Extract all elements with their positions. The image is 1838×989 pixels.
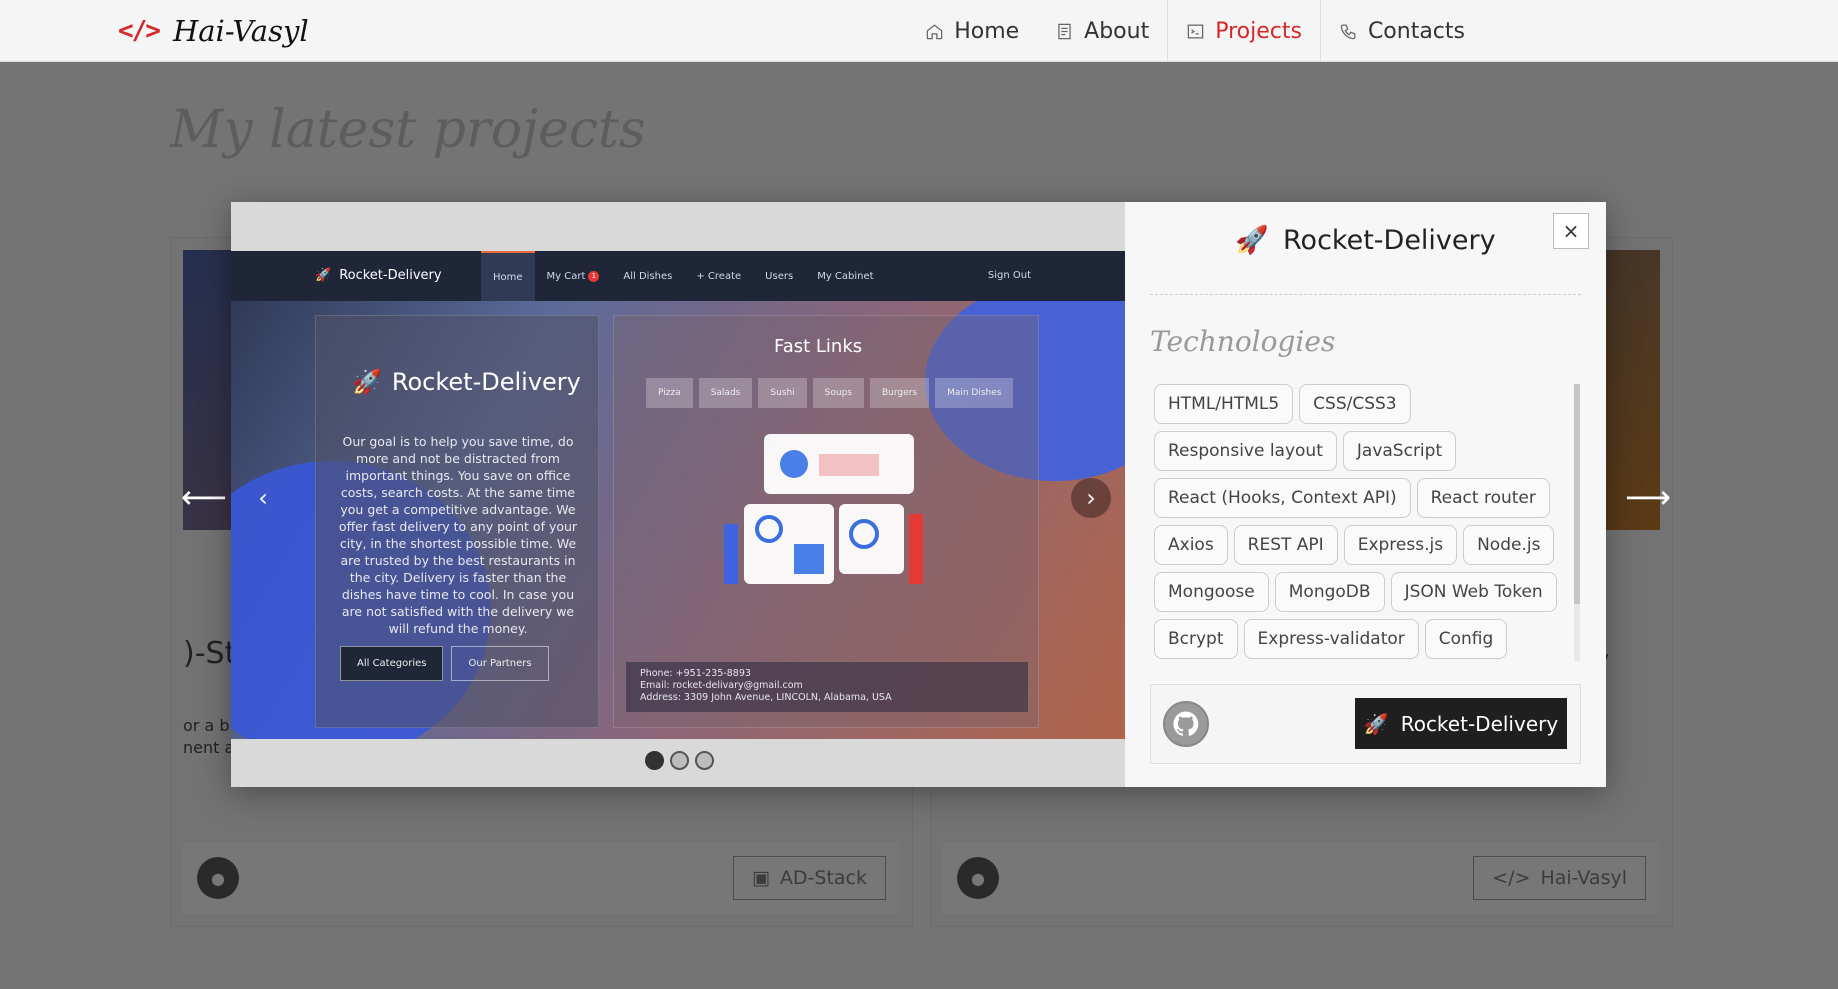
screenshot-nav-link-label: My Cart (546, 270, 586, 282)
technology-tag: JavaScript (1342, 431, 1457, 471)
about-icon (1058, 23, 1071, 39)
screenshot-hero: 🚀 Rocket-Delivery Our goal is to help yo… (315, 315, 599, 728)
screenshot-brand-text: Rocket-Delivery (339, 268, 442, 283)
technology-tag: MongoDB (1274, 572, 1385, 612)
technologies-heading: Technologies (1150, 325, 1336, 358)
screenshot-button: Our Partners (451, 646, 549, 681)
fast-links-list: Pizza Salads Sushi Soups Burgers Main Di… (646, 378, 1014, 408)
project-modal: 🚀 Rocket-Delivery Home My Cart 1 All Dis… (231, 202, 1606, 787)
screenshot-nav-link: My Cabinet (817, 270, 874, 282)
screenshot-signout: Sign Out (987, 270, 1031, 281)
screenshot-contacts: Phone: +951-235-8893 Email: rocket-deliv… (626, 662, 1028, 712)
github-logo (1173, 711, 1199, 736)
project-links: 🚀 Rocket-Delivery (1150, 684, 1581, 764)
fast-link: Burgers (870, 378, 930, 408)
nav-item-projects[interactable]: Projects (1167, 0, 1321, 62)
screenshot-navbar: 🚀 Rocket-Delivery Home My Cart 1 All Dis… (231, 251, 1125, 301)
technology-tag: REST API (1233, 525, 1338, 565)
carousel-dot[interactable] (695, 751, 714, 770)
screenshot-hero-text: Our goal is to help you save time, do mo… (338, 434, 578, 636)
project-title-text: Rocket-Delivery (1283, 224, 1496, 256)
rocket-icon: 🚀 (1363, 711, 1389, 736)
phone-icon (1340, 24, 1356, 39)
nav-menu: Home About Projects Contacts (907, 0, 1483, 62)
carousel-next-icon[interactable]: › (1071, 478, 1111, 518)
nav-label: Home (954, 18, 1020, 44)
nav-label: About (1084, 18, 1150, 44)
arrow-left-icon[interactable]: ⟵ (181, 478, 227, 516)
screenshot-hero-title-text: Rocket-Delivery (391, 368, 581, 396)
rocket-icon: 🚀 (1235, 225, 1269, 256)
fast-link: Sushi (758, 378, 807, 408)
project-details: × 🚀 Rocket-Delivery Technologies HTML/HT… (1125, 202, 1606, 787)
carousel-prev-icon[interactable]: ‹ (243, 478, 283, 518)
github-icon[interactable] (1163, 701, 1209, 747)
screenshot-brand: 🚀 Rocket-Delivery (315, 268, 442, 283)
fast-link: Salads (698, 378, 753, 408)
projects-icon (1187, 24, 1204, 38)
technologies-list[interactable]: HTML/HTML5 CSS/CSS3 Responsive layout Ja… (1154, 384, 1566, 661)
cart-badge: 1 (588, 270, 600, 282)
nav-item-contacts[interactable]: Contacts (1321, 0, 1483, 62)
nav-label: Projects (1215, 18, 1302, 44)
arrow-right-icon[interactable]: ⟶ (1625, 478, 1671, 516)
carousel-dot[interactable] (645, 751, 664, 770)
screenshot-nav-link: Home (481, 251, 535, 301)
technology-tag: Bcrypt (1154, 619, 1238, 659)
screenshot-nav-link: Users (765, 270, 794, 282)
rocket-icon: 🚀 (315, 268, 332, 283)
technology-tag: HTML/HTML5 (1154, 384, 1294, 424)
nav-label: Contacts (1367, 18, 1465, 44)
screenshot-email: Email: rocket-delivary@gmail.com (640, 680, 803, 691)
screenshot-fast-links: Fast Links Pizza Salads Sushi Soups Burg… (613, 315, 1039, 728)
technology-tag: Express.js (1343, 525, 1458, 565)
fast-link: Main Dishes (935, 378, 1014, 408)
dashboard-illustration (724, 434, 923, 584)
screenshot-nav-links: Home My Cart 1 All Dishes + Create Users… (481, 251, 886, 301)
technology-tag: Node.js (1463, 525, 1555, 565)
technology-tag: React (Hooks, Context API) (1154, 478, 1411, 518)
technology-tag: Config (1424, 619, 1508, 659)
code-icon: </> (118, 16, 161, 46)
screenshot-phone: Phone: +951-235-8893 (640, 668, 751, 679)
brand-text: Hai-Vasyl (172, 14, 309, 48)
technology-tag: Axios (1154, 525, 1228, 565)
scrollbar[interactable] (1574, 384, 1580, 661)
screenshot-address: Address: 3309 John Avenue, LINCOLN, Alab… (640, 692, 892, 703)
live-demo-button[interactable]: 🚀 Rocket-Delivery (1355, 698, 1567, 749)
navbar: </> Hai-Vasyl Home About Projects Contac… (0, 0, 1838, 62)
rocket-icon: 🚀 (352, 368, 382, 396)
scrollbar-thumb[interactable] (1574, 384, 1580, 604)
technology-tag: JSON Web Token (1390, 572, 1557, 612)
technology-tag: CSS/CSS3 (1299, 384, 1411, 424)
nav-item-about[interactable]: About (1037, 0, 1167, 62)
live-demo-label: Rocket-Delivery (1400, 711, 1559, 736)
carousel-indicators (645, 751, 714, 770)
screenshot-nav-link: My Cart 1 (535, 251, 612, 301)
nav-item-home[interactable]: Home (907, 0, 1037, 62)
screenshot-hero-buttons: All Categories Our Partners (340, 646, 549, 681)
image-carousel: 🚀 Rocket-Delivery Home My Cart 1 All Dis… (231, 202, 1125, 787)
screenshot-nav-link: + Create (696, 270, 742, 282)
technology-tag: Express-validator (1243, 619, 1419, 659)
divider (1150, 294, 1581, 295)
fast-link: Soups (812, 378, 864, 408)
project-title: 🚀 Rocket-Delivery (1125, 224, 1606, 257)
technology-tag: Mongoose (1154, 572, 1269, 612)
carousel-dot[interactable] (670, 751, 689, 770)
technology-tag: Responsive layout (1154, 431, 1337, 471)
fast-links-title: Fast Links (774, 336, 863, 357)
home-icon (926, 23, 943, 39)
brand-logo[interactable]: </> Hai-Vasyl (118, 10, 309, 52)
screenshot-nav-link: All Dishes (623, 270, 673, 282)
carousel-slide: 🚀 Rocket-Delivery Home My Cart 1 All Dis… (231, 251, 1125, 739)
screenshot-hero-title: 🚀 Rocket-Delivery (352, 368, 581, 396)
technology-tag: React router (1416, 478, 1550, 518)
screenshot-button: All Categories (340, 646, 444, 681)
fast-link: Pizza (646, 378, 693, 408)
